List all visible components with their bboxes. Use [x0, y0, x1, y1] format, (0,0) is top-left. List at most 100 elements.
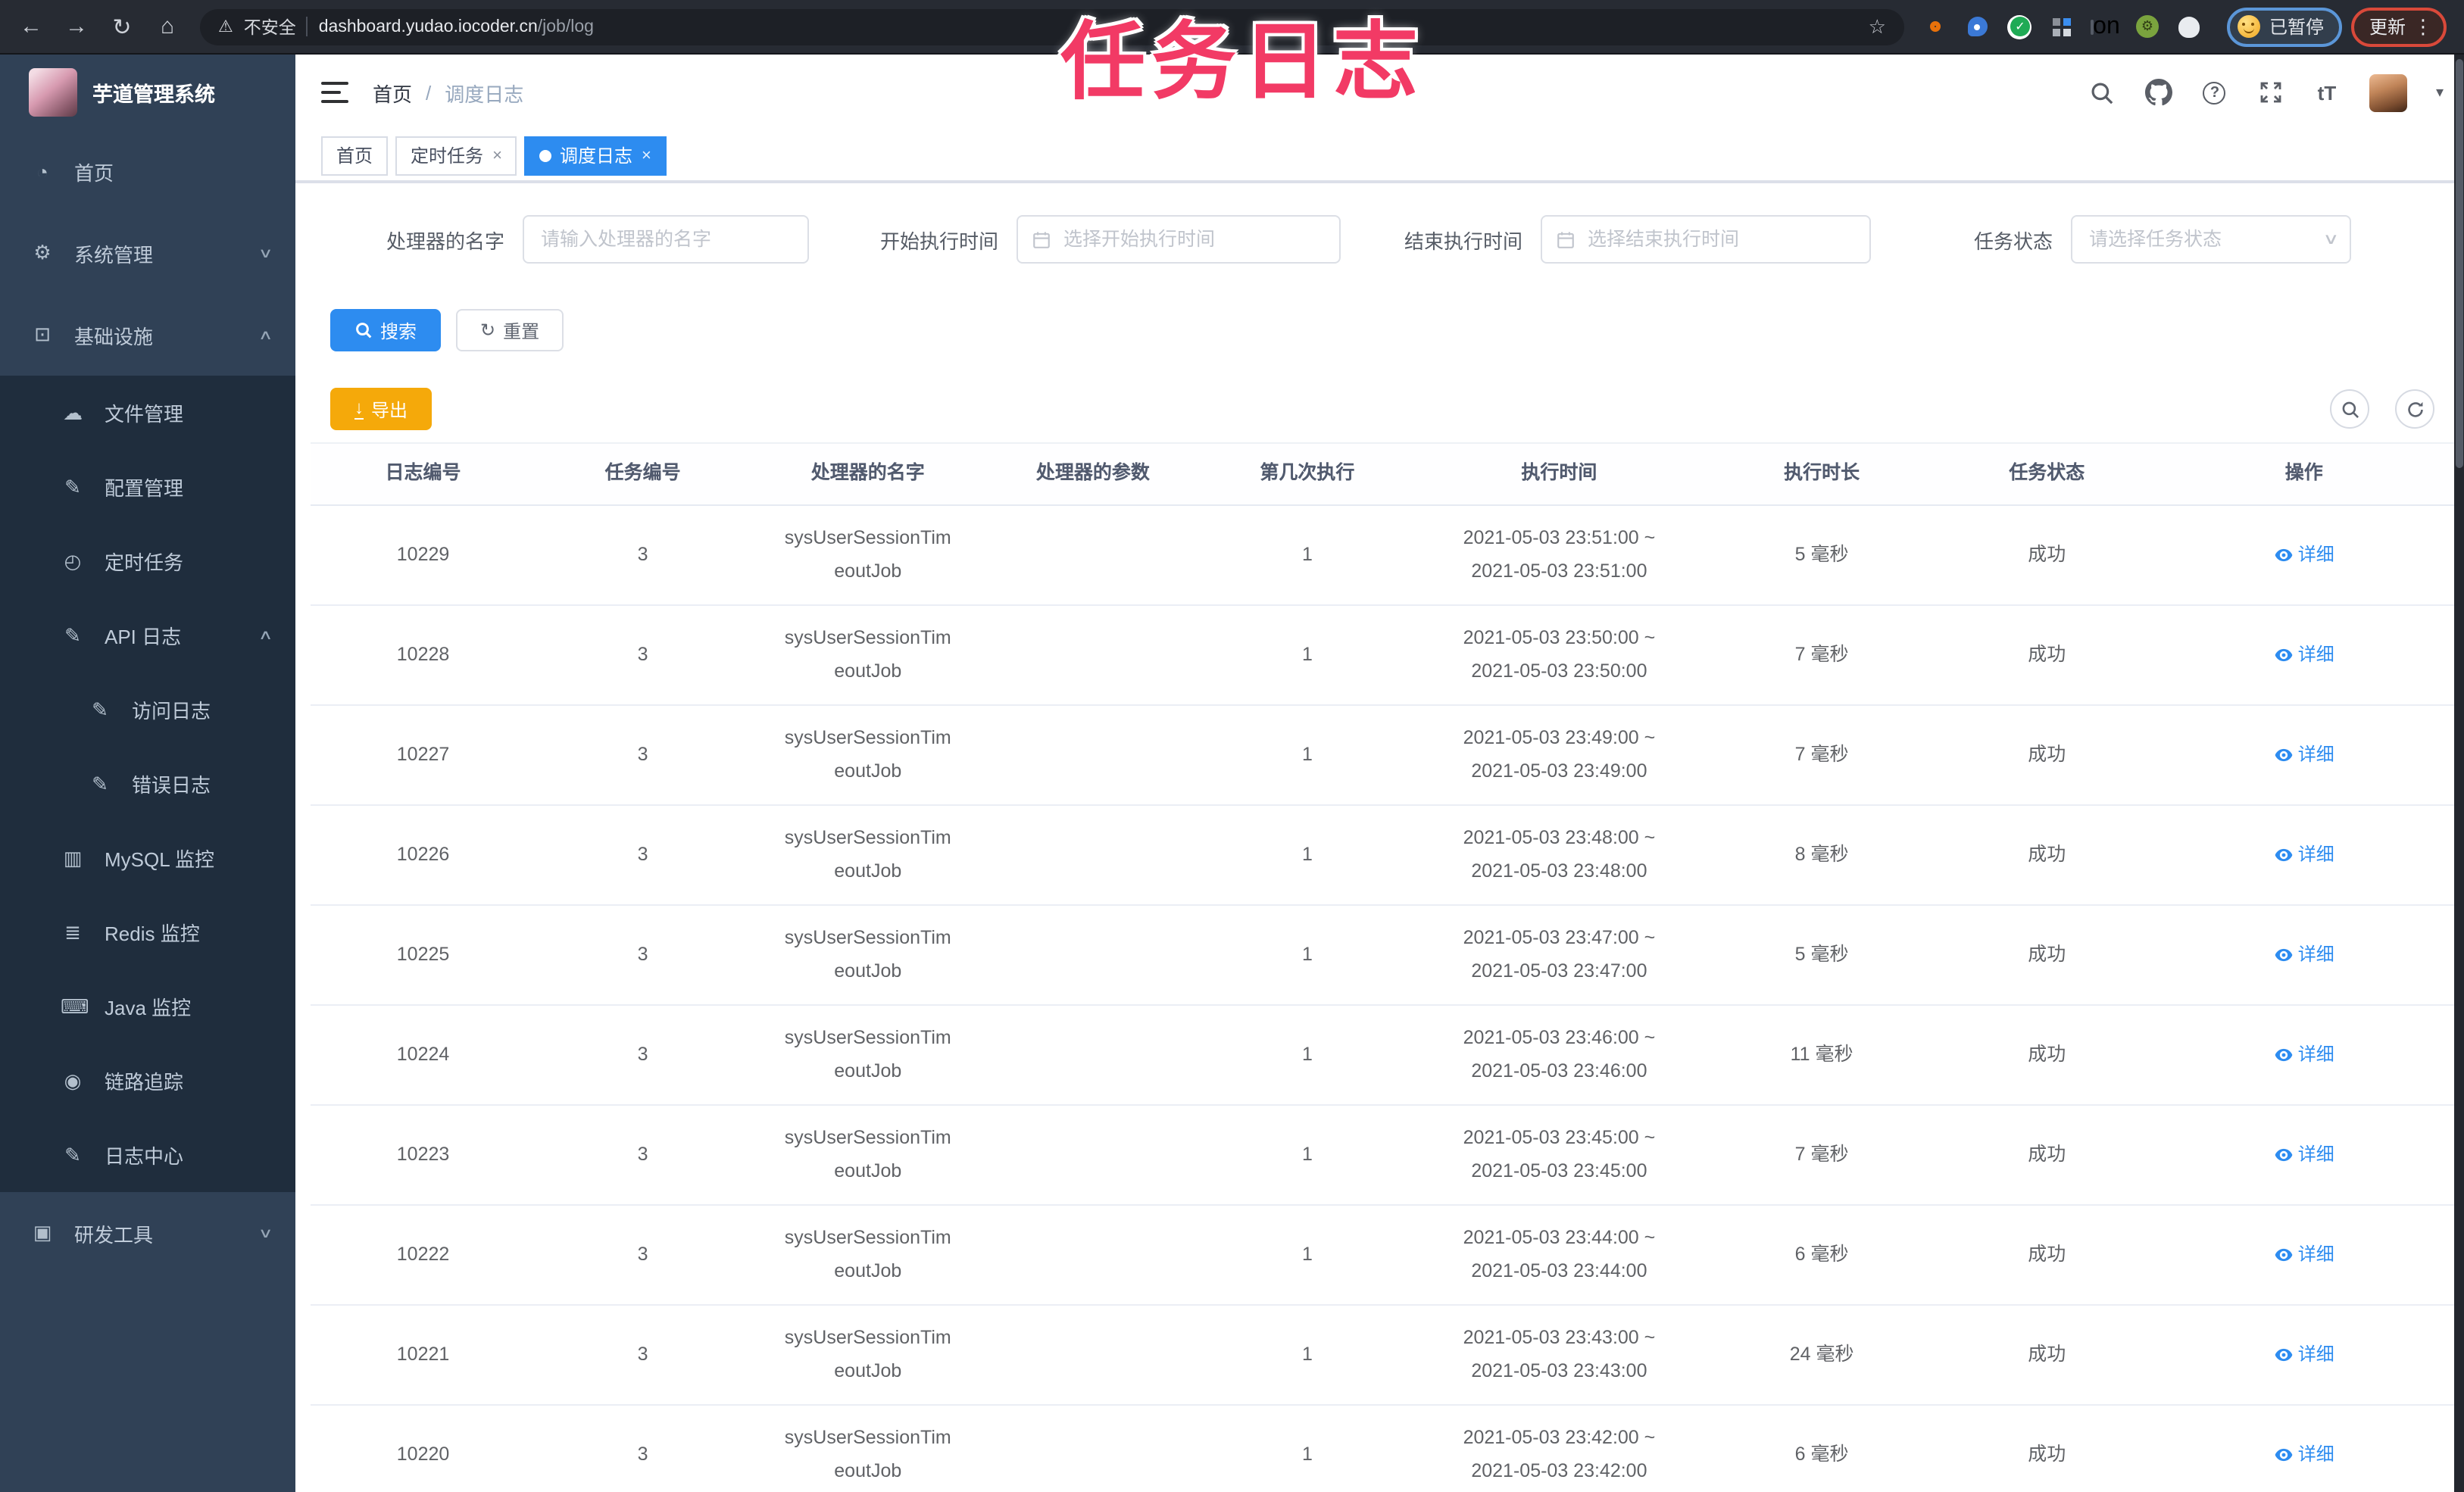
sidebar-item-redis-monitor[interactable]: ≣ Redis 监控: [0, 895, 295, 969]
tab-home[interactable]: 首页: [321, 136, 389, 175]
menu-kebab-icon[interactable]: ⋮: [2413, 14, 2433, 39]
search-button[interactable]: 搜索: [330, 309, 442, 351]
filter-handler-name: 处理器的名字: [367, 215, 809, 264]
extension-icon[interactable]: on: [2090, 13, 2120, 39]
fullscreen-icon[interactable]: [2257, 79, 2284, 106]
reset-button[interactable]: ↻ 重置: [456, 309, 564, 351]
handler-name-field[interactable]: [538, 227, 794, 251]
start-time-input[interactable]: [1017, 215, 1341, 264]
sidebar-item-file-management[interactable]: ☁ 文件管理: [0, 376, 295, 450]
job-status-select[interactable]: ∨: [2071, 215, 2351, 264]
tab-job-log[interactable]: 调度日志 ×: [524, 136, 667, 175]
topbar-actions: ? tT ▾: [2089, 73, 2444, 111]
chevron-down-icon[interactable]: ▾: [2436, 84, 2444, 101]
detail-link[interactable]: 详细: [2274, 939, 2334, 971]
tab-scheduled-task[interactable]: 定时任务 ×: [395, 136, 517, 175]
chevron-down-icon: ∨: [258, 245, 274, 260]
extension-icon[interactable]: ⚙: [2135, 14, 2160, 39]
sidebar-item-system-management[interactable]: ⚙ 系统管理 ∨: [0, 212, 295, 294]
cell-status: 成功: [2028, 1343, 2066, 1365]
start-time-field[interactable]: [1060, 227, 1326, 251]
avatar[interactable]: [2369, 73, 2407, 111]
cell-duration: 7 毫秒: [1794, 743, 1849, 765]
cell-duration: 11 毫秒: [1790, 1043, 1853, 1065]
cell-log-id: 10225: [396, 943, 450, 965]
profile-paused-badge[interactable]: 已暂停: [2226, 7, 2342, 46]
detail-link[interactable]: 详细: [2274, 1439, 2334, 1471]
cell-exec-time: 2021-05-03 23:50:00 ~2021-05-03 23:50:00: [1463, 626, 1656, 681]
sidebar-item-infrastructure[interactable]: ⊡ 基础设施 ∧: [0, 294, 295, 376]
hamburger-icon[interactable]: [321, 82, 348, 103]
eye-icon: [2274, 745, 2294, 765]
export-button[interactable]: ↓ 导出: [330, 388, 433, 430]
job-status-field[interactable]: [2086, 227, 2316, 251]
sidebar-item-trace[interactable]: ◉ 链路追踪: [0, 1044, 295, 1118]
help-icon[interactable]: ?: [2201, 79, 2228, 106]
close-icon[interactable]: ×: [642, 146, 651, 164]
end-time-input[interactable]: [1541, 215, 1871, 264]
cell-log-id: 10222: [396, 1243, 450, 1265]
sidebar-item-mysql-monitor[interactable]: ▥ MySQL 监控: [0, 821, 295, 895]
close-icon[interactable]: ×: [492, 146, 502, 164]
cell-log-id: 10228: [396, 643, 450, 665]
detail-link[interactable]: 详细: [2274, 1139, 2334, 1171]
eye-icon: [2274, 1245, 2294, 1265]
bookmark-star-icon[interactable]: ☆: [1869, 14, 1886, 39]
sidebar-item-home[interactable]: ◔ 首页: [0, 130, 295, 212]
extension-icon[interactable]: [2050, 14, 2075, 39]
sidebar-item-access-log[interactable]: ✎ 访问日志: [0, 673, 295, 747]
detail-link[interactable]: 详细: [2274, 839, 2334, 871]
cell-exec-time: 2021-05-03 23:42:00 ~2021-05-03 23:42:00: [1463, 1426, 1656, 1481]
detail-link[interactable]: 详细: [2274, 1239, 2334, 1271]
sidebar-item-java-monitor[interactable]: ⌨ Java 监控: [0, 969, 295, 1044]
breadcrumb-home[interactable]: 首页: [373, 78, 412, 107]
detail-link[interactable]: 详细: [2274, 739, 2334, 771]
cell-handler-param: [985, 806, 1200, 904]
extension-icon[interactable]: [1922, 14, 1948, 39]
detail-link[interactable]: 详细: [2274, 639, 2334, 671]
reload-icon[interactable]: ↻: [109, 13, 135, 40]
gear-icon: ⚙: [33, 241, 52, 264]
search-icon[interactable]: [2089, 79, 2116, 106]
forward-icon[interactable]: →: [64, 14, 89, 39]
cell-log-id: 10229: [396, 543, 450, 565]
column-header-duration: 执行时长: [1784, 462, 1860, 484]
cell-status: 成功: [2028, 543, 2066, 565]
mysql-monitor-icon: ▥: [63, 846, 83, 869]
cell-status: 成功: [2028, 1043, 2066, 1065]
back-icon[interactable]: ←: [18, 14, 44, 39]
sidebar-item-error-log[interactable]: ✎ 错误日志: [0, 747, 295, 821]
sidebar-item-scheduled-task[interactable]: ◴ 定时任务: [0, 524, 295, 598]
sidebar-item-log-center[interactable]: ✎ 日志中心: [0, 1118, 295, 1192]
font-size-icon[interactable]: tT: [2313, 79, 2341, 106]
extension-icon[interactable]: [2177, 14, 2203, 39]
scrollbar[interactable]: [2454, 55, 2464, 1492]
extension-icon[interactable]: [1965, 14, 1991, 39]
cell-exec-index: 1: [1301, 943, 1313, 965]
github-icon[interactable]: [2144, 79, 2172, 106]
sidebar-item-config-management[interactable]: ✎ 配置管理: [0, 450, 295, 524]
detail-link[interactable]: 详细: [2274, 1039, 2334, 1071]
cell-log-id: 10220: [396, 1443, 450, 1465]
scrollbar-thumb[interactable]: [2456, 59, 2463, 468]
chevron-down-icon: ∨: [2322, 231, 2339, 248]
extension-icon[interactable]: ✓: [2007, 14, 2033, 39]
detail-link[interactable]: 详细: [2274, 539, 2334, 571]
home-icon[interactable]: ⌂: [155, 14, 180, 39]
end-time-field[interactable]: [1585, 227, 1856, 251]
handler-name-input[interactable]: [523, 215, 809, 264]
cell-handler-name: sysUserSessionTim eoutJob: [784, 926, 951, 981]
refresh-button[interactable]: [2395, 389, 2434, 429]
detail-link[interactable]: 详细: [2274, 1339, 2334, 1371]
cell-job-id: 3: [637, 1243, 648, 1265]
cell-exec-index: 1: [1301, 543, 1313, 565]
cell-duration: 6 毫秒: [1794, 1443, 1849, 1465]
browser-update-button[interactable]: 更新 ⋮: [2350, 7, 2447, 46]
cell-job-id: 3: [637, 543, 648, 565]
sidebar-item-api-log[interactable]: ✎ API 日志 ∧: [0, 598, 295, 673]
sidebar-item-dev-tools[interactable]: ▣ 研发工具 ∨: [0, 1192, 295, 1274]
address-bar[interactable]: ⚠ 不安全 dashboard.yudao.iocoder.cn/job/log…: [200, 8, 1904, 45]
toggle-search-button[interactable]: [2330, 389, 2369, 429]
screen: ← → ↻ ⌂ ⚠ 不安全 dashboard.yudao.iocoder.cn…: [0, 0, 2464, 1492]
app-logo-row[interactable]: 芋道管理系统: [0, 55, 295, 130]
